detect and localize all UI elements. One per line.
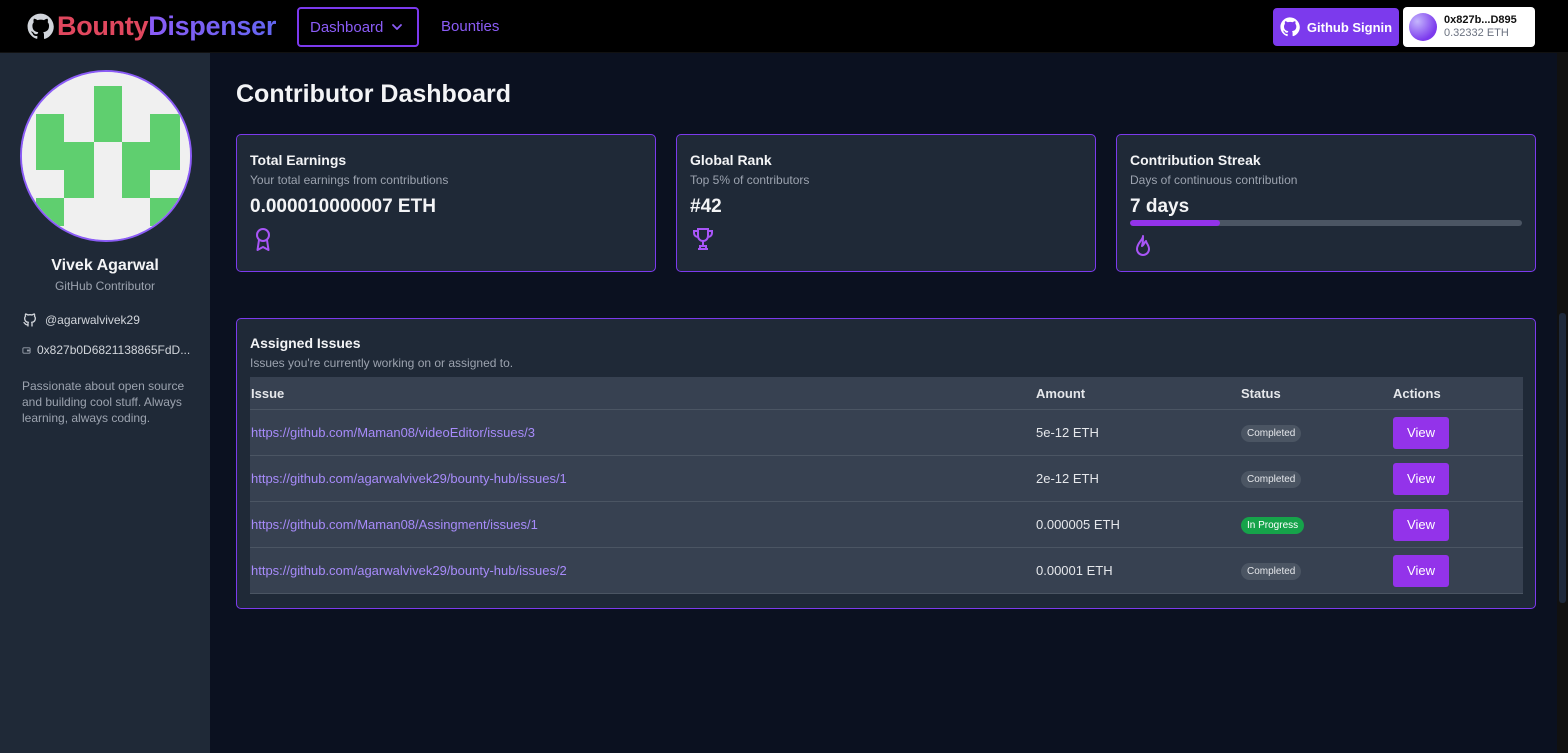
earnings-subtitle: Your total earnings from contributions (250, 173, 449, 187)
streak-progress-bar (1130, 220, 1522, 226)
column-header-amount: Amount (1036, 385, 1086, 401)
earnings-card: Total Earnings Your total earnings from … (236, 134, 656, 272)
issue-link[interactable]: https://github.com/Maman08/videoEditor/i… (251, 425, 535, 440)
table-row: https://github.com/Maman08/Assingment/is… (250, 502, 1523, 548)
view-button[interactable]: View (1393, 462, 1449, 495)
table-row: https://github.com/agarwalvivek29/bounty… (250, 456, 1523, 502)
status-badge: Completed (1241, 424, 1302, 442)
wallet-address: 0x827b...D895 (1444, 14, 1517, 26)
nav-link-bounties[interactable]: Bounties (441, 18, 499, 35)
issue-amount: 5e-12 ETH (1036, 425, 1099, 440)
wallet-icon (22, 346, 31, 354)
scrollbar-thumb[interactable] (1559, 313, 1566, 603)
page-scrollbar[interactable] (1557, 53, 1568, 753)
issues-subtitle: Issues you're currently working on or as… (250, 356, 514, 370)
streak-subtitle: Days of continuous contribution (1130, 173, 1298, 187)
brand-name-part1: Bounty (57, 11, 149, 41)
wallet-avatar (1409, 13, 1437, 41)
identicon-image (22, 72, 190, 240)
profile-role: GitHub Contributor (54, 279, 156, 293)
table-row: https://github.com/agarwalvivek29/bounty… (250, 548, 1523, 594)
column-header-issue: Issue (251, 385, 285, 401)
trophy-icon (693, 228, 713, 250)
profile-github-handle[interactable]: @agarwalvivek29 (22, 312, 140, 328)
profile-wallet-address[interactable]: 0x827b0D6821138865FdD... (22, 343, 190, 357)
view-button[interactable]: View (1393, 416, 1449, 449)
brand-name-part2: Dispenser (148, 11, 277, 41)
status-badge: In Progress (1241, 516, 1305, 534)
rank-subtitle: Top 5% of contributors (690, 173, 810, 187)
issues-table: Issue Amount Status Actions https://gith… (250, 377, 1523, 594)
issue-link[interactable]: https://github.com/Maman08/Assingment/is… (251, 517, 538, 532)
issue-link[interactable]: https://github.com/agarwalvivek29/bounty… (251, 563, 567, 578)
issue-amount: 0.00001 ETH (1036, 563, 1113, 578)
rank-card: Global Rank Top 5% of contributors #42 (676, 134, 1096, 272)
github-icon (23, 313, 36, 327)
github-icon (1280, 17, 1300, 37)
wallet-button[interactable]: 0x827b...D895 0.32332 ETH (1403, 7, 1535, 47)
view-button[interactable]: View (1393, 508, 1449, 541)
streak-progress-fill (1130, 220, 1221, 226)
brand-logo[interactable]: BountyDispenser (27, 11, 276, 42)
award-icon (256, 228, 270, 251)
status-badge: Completed (1241, 470, 1302, 488)
page-title: Contributor Dashboard (236, 80, 511, 108)
chevron-down-icon (392, 24, 403, 30)
column-header-status: Status (1241, 385, 1281, 401)
wallet-address-text: 0x827b0D6821138865FdD... (37, 343, 191, 357)
avatar (20, 70, 192, 242)
earnings-value: 0.000010000007 ETH (250, 196, 436, 217)
github-icon (27, 13, 54, 39)
github-handle-text: @agarwalvivek29 (45, 313, 140, 327)
earnings-title: Total Earnings (250, 152, 347, 168)
rank-value: #42 (690, 196, 722, 217)
github-signin-label: Github Signin (1306, 19, 1393, 35)
dashboard-dropdown-label: Dashboard (310, 18, 384, 36)
dashboard-dropdown[interactable]: Dashboard (297, 7, 419, 47)
streak-value: 7 days (1130, 196, 1190, 217)
issues-title: Assigned Issues (250, 335, 361, 351)
column-header-actions: Actions (1393, 385, 1441, 401)
streak-card: Contribution Streak Days of continuous c… (1116, 134, 1536, 272)
issue-amount: 2e-12 ETH (1036, 471, 1099, 486)
flame-icon (1136, 235, 1150, 256)
profile-bio: Passionate about open source and buildin… (22, 379, 185, 425)
profile-name: Vivek Agarwal (51, 257, 159, 274)
github-signin-button[interactable]: Github Signin (1273, 8, 1399, 46)
profile-sidebar: Vivek Agarwal GitHub Contributor @agarwa… (0, 53, 210, 753)
navbar: BountyDispenser Dashboard Bounties Githu… (0, 0, 1568, 53)
status-badge: Completed (1241, 562, 1302, 580)
view-button[interactable]: View (1393, 554, 1449, 587)
assigned-issues-card: Assigned Issues Issues you're currently … (236, 318, 1536, 609)
streak-title: Contribution Streak (1130, 152, 1261, 168)
issue-amount: 0.000005 ETH (1036, 517, 1120, 532)
table-row: https://github.com/Maman08/videoEditor/i… (250, 410, 1523, 456)
table-header: Issue Amount Status Actions (250, 377, 1523, 410)
issue-link[interactable]: https://github.com/agarwalvivek29/bounty… (251, 471, 567, 486)
rank-title: Global Rank (690, 152, 772, 168)
wallet-balance: 0.32332 ETH (1444, 27, 1509, 39)
